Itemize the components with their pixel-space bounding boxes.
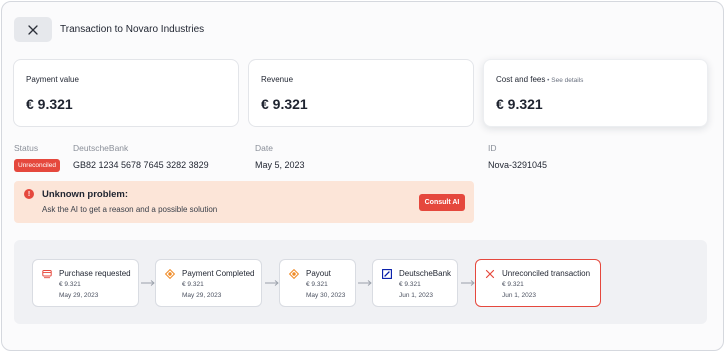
x-icon (485, 269, 495, 279)
step-title: DeutscheBank (399, 269, 452, 278)
step-title: Purchase requested (59, 269, 131, 278)
cost-label-text: Cost and fees (496, 75, 546, 84)
coin-icon (289, 269, 299, 279)
step-amount: € 9.321 (306, 281, 328, 288)
step-amount: € 9.321 (399, 281, 421, 288)
step-date: May 29, 2023 (182, 292, 222, 299)
timeline-step-payment-completed[interactable]: Payment Completed € 9.321 May 29, 2023 (155, 259, 262, 307)
card-value: € 9.321 (496, 96, 543, 112)
arrow-right-icon (141, 280, 155, 286)
iban-value: GB82 1234 5678 7645 3282 3829 (73, 160, 209, 170)
close-icon (28, 24, 38, 35)
transaction-panel: Transaction to Novaro Industries Payment… (1, 1, 724, 351)
id-value: Nova-3291045 (488, 160, 548, 170)
bank-label: DeutscheBank (73, 143, 129, 153)
arrow-right-icon (358, 280, 372, 286)
cost-and-fees-card: Cost and fees • See details € 9.321 (483, 59, 708, 127)
card-label: Cost and fees • See details (496, 75, 583, 84)
arrow-right-icon (461, 280, 475, 286)
card-value: € 9.321 (26, 96, 73, 112)
transaction-timeline: Purchase requested € 9.321 May 29, 2023 … (14, 240, 707, 324)
step-title: Unreconciled transaction (502, 269, 591, 278)
status-badge: Unreconciled (14, 159, 60, 172)
card-label: Revenue (261, 75, 294, 84)
status-label: Status (14, 143, 39, 153)
timeline-step-purchase-requested[interactable]: Purchase requested € 9.321 May 29, 2023 (32, 259, 139, 307)
step-title: Payout (306, 269, 331, 278)
coin-icon (165, 269, 175, 279)
date-label: Date (255, 143, 273, 153)
close-button[interactable] (14, 17, 52, 42)
step-date: Jun 1, 2023 (399, 292, 433, 299)
alert-title: Unknown problem: (42, 189, 129, 200)
date-value: May 5, 2023 (255, 160, 305, 170)
timeline-step-unreconciled[interactable]: Unreconciled transaction € 9.321 Jun 1, … (475, 259, 601, 307)
step-amount: € 9.321 (182, 281, 204, 288)
step-title: Payment Completed (182, 269, 255, 278)
step-date: May 29, 2023 (59, 292, 99, 299)
alert-text: Ask the AI to get a reason and a possibl… (42, 205, 218, 214)
step-amount: € 9.321 (59, 281, 81, 288)
see-details-link[interactable]: See details (551, 77, 583, 84)
card-label: Payment value (26, 75, 79, 84)
arrow-right-icon (265, 280, 279, 286)
consult-ai-button[interactable]: Consult AI (419, 194, 465, 211)
step-date: Jun 1, 2023 (502, 292, 536, 299)
payment-value-card: Payment value € 9.321 (13, 59, 239, 127)
timeline-step-payout[interactable]: Payout € 9.321 May 30, 2023 (279, 259, 356, 307)
deutschebank-logo-icon (382, 269, 392, 279)
card-icon (42, 270, 52, 279)
unknown-problem-alert: ! Unknown problem: Ask the AI to get a r… (14, 181, 474, 223)
id-label: ID (488, 143, 497, 153)
step-amount: € 9.321 (502, 281, 524, 288)
card-value: € 9.321 (261, 96, 308, 112)
step-date: May 30, 2023 (306, 292, 346, 299)
page-title: Transaction to Novaro Industries (60, 24, 205, 35)
alert-icon: ! (24, 189, 34, 199)
revenue-card: Revenue € 9.321 (248, 59, 474, 127)
timeline-step-deutschebank[interactable]: DeutscheBank € 9.321 Jun 1, 2023 (372, 259, 458, 307)
